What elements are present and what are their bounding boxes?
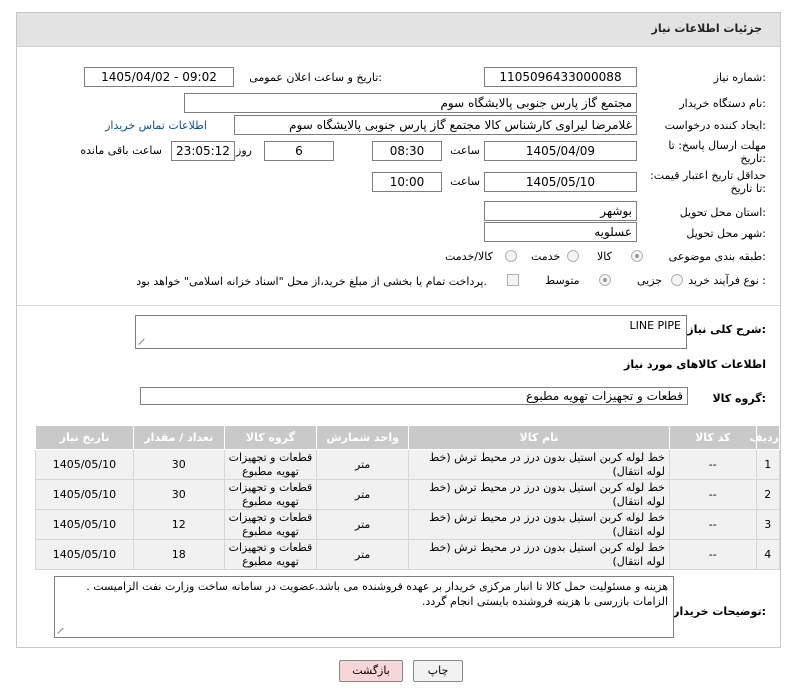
row-date: 1405/05/10	[35, 479, 134, 510]
need-number-field[interactable]: 1105096433000088	[484, 67, 637, 87]
row-date: 1405/05/10	[35, 509, 134, 540]
deadline-label: مهلت ارسال پاسخ: تا تاریخ:	[668, 139, 766, 165]
deadline-days-field[interactable]: 6	[264, 141, 334, 161]
goods-table-header: ردیف کد کالا نام کالا واحد شمارش گروه کا…	[35, 425, 781, 450]
row-code: --	[668, 479, 757, 510]
goods-section-title: اطلاعات کالاهای مورد نیاز	[624, 358, 766, 371]
details-panel: جزئیات اطلاعات نیاز شماره نیاز: 11050964…	[16, 12, 781, 648]
category-goods-service-label: کالا/خدمت	[445, 250, 493, 263]
row-code: --	[668, 539, 757, 570]
category-goods-radio[interactable]	[631, 250, 643, 262]
row-name: خط لوله کربن استیل بدون درز در محیط ترش …	[408, 449, 670, 480]
summary-text: LINE PIPE	[629, 319, 681, 332]
process-medium-radio[interactable]	[599, 274, 611, 286]
panel-title: جزئیات اطلاعات نیاز	[651, 22, 763, 35]
process-minor-radio[interactable]	[671, 274, 683, 286]
validity-time-field[interactable]: 10:00	[372, 172, 442, 192]
validity-date-field[interactable]: 1405/05/10	[484, 172, 637, 192]
buyer-notes-label: توضیحات خریدار:	[673, 605, 766, 618]
table-row[interactable]: 4 -- خط لوله کربن استیل بدون درز در محیط…	[35, 539, 781, 570]
buyer-notes-text: هزینه و مسئولیت حمل کالا تا انبار مرکزی …	[86, 580, 668, 608]
buyer-contact-link[interactable]: اطلاعات تماس خریدار	[105, 119, 207, 132]
table-row[interactable]: 3 -- خط لوله کربن استیل بدون درز در محیط…	[35, 509, 781, 540]
need-number-label: شماره نیاز:	[713, 71, 766, 84]
row-unit: متر	[316, 479, 410, 510]
col-name: نام کالا	[408, 425, 670, 450]
row-unit: متر	[316, 449, 410, 480]
buyer-notes-textarea[interactable]: هزینه و مسئولیت حمل کالا تا انبار مرکزی …	[54, 576, 674, 638]
row-index: 2	[755, 479, 781, 510]
city-field[interactable]: عسلویه	[484, 222, 637, 242]
row-group: قطعات و تجهیزات تهویه مطبوع	[223, 539, 318, 570]
announce-field[interactable]: 1405/04/02 - 09:02	[84, 67, 234, 87]
row-code: --	[668, 509, 757, 540]
category-service-radio[interactable]	[567, 250, 579, 262]
process-medium-label: متوسط	[545, 274, 580, 287]
requester-field[interactable]: غلامرضا لیراوی کارشناس کالا مجتمع گاز پا…	[234, 115, 637, 135]
row-unit: متر	[316, 509, 410, 540]
row-unit: متر	[316, 539, 410, 570]
row-name: خط لوله کربن استیل بدون درز در محیط ترش …	[408, 509, 670, 540]
process-label: نوع فرآیند خرید :	[688, 274, 766, 287]
col-index: ردیف	[750, 425, 781, 450]
deadline-time-field[interactable]: 08:30	[372, 141, 442, 161]
row-group: قطعات و تجهیزات تهویه مطبوع	[223, 479, 318, 510]
row-qty: 30	[132, 449, 225, 480]
buyer-org-label: نام دستگاه خریدار:	[679, 97, 766, 110]
panel-header: جزئیات اطلاعات نیاز	[17, 13, 780, 47]
deadline-date-field[interactable]: 1405/04/09	[484, 141, 637, 161]
print-button[interactable]: چاپ	[413, 660, 463, 682]
row-index: 3	[755, 509, 781, 540]
row-index: 1	[755, 449, 781, 480]
goods-table: ردیف کد کالا نام کالا واحد شمارش گروه کا…	[35, 425, 781, 570]
treasury-note: پرداخت تمام یا بخشی از مبلغ خرید،از محل …	[136, 275, 487, 288]
col-group: گروه کالا	[223, 425, 318, 450]
buyer-org-field[interactable]: مجتمع گاز پارس جنوبی پالایشگاه سوم	[184, 93, 637, 113]
row-date: 1405/05/10	[35, 539, 134, 570]
category-goods-service-radio[interactable]	[505, 250, 517, 262]
row-name: خط لوله کربن استیل بدون درز در محیط ترش …	[408, 479, 670, 510]
page: AriaTender.neT جزئیات اطلاعات نیاز شماره…	[0, 0, 788, 696]
city-label: شهر محل تحویل:	[686, 227, 766, 240]
province-field[interactable]: بوشهر	[484, 201, 637, 221]
summary-label: شرح کلی نیاز:	[687, 323, 766, 336]
col-qty: تعداد / مقدار	[132, 425, 225, 450]
category-goods-label: کالا	[597, 250, 612, 263]
col-date: تاریخ نیاز	[35, 425, 134, 450]
province-label: استان محل تحویل:	[679, 206, 766, 219]
announce-label: تاریخ و ساعت اعلان عمومی:	[249, 71, 382, 84]
table-row[interactable]: 1 -- خط لوله کربن استیل بدون درز در محیط…	[35, 449, 781, 480]
row-group: قطعات و تجهیزات تهویه مطبوع	[223, 509, 318, 540]
category-label: طبقه بندی موضوعی:	[668, 250, 766, 263]
back-button[interactable]: بازگشت	[339, 660, 403, 682]
row-code: --	[668, 449, 757, 480]
requester-label: ایجاد کننده درخواست:	[664, 119, 766, 132]
goods-group-field[interactable]: قطعات و تجهیزات تهویه مطبوع	[140, 387, 688, 405]
treasury-checkbox[interactable]	[507, 274, 519, 286]
divider	[17, 305, 780, 306]
row-qty: 30	[132, 479, 225, 510]
row-name: خط لوله کربن استیل بدون درز در محیط ترش …	[408, 539, 670, 570]
col-unit: واحد شمارش	[316, 425, 410, 450]
col-code: کد کالا	[668, 425, 757, 450]
summary-textarea[interactable]: LINE PIPE	[135, 315, 687, 349]
resize-grip-icon[interactable]	[58, 626, 66, 634]
category-service-label: خدمت	[531, 250, 561, 263]
row-index: 4	[755, 539, 781, 570]
validity-label: حداقل تاریخ اعتبار قیمت: تا تاریخ:	[650, 169, 766, 195]
deadline-time-label: ساعت	[450, 144, 480, 157]
process-minor-label: جزیی	[637, 274, 663, 287]
row-group: قطعات و تجهیزات تهویه مطبوع	[223, 449, 318, 480]
row-date: 1405/05/10	[35, 449, 134, 480]
table-row[interactable]: 2 -- خط لوله کربن استیل بدون درز در محیط…	[35, 479, 781, 510]
validity-time-label: ساعت	[450, 175, 480, 188]
remaining-time-field[interactable]: 23:05:12	[171, 141, 235, 161]
row-qty: 12	[132, 509, 225, 540]
remaining-label: ساعت باقی مانده	[80, 144, 162, 157]
goods-group-label: گروه کالا:	[712, 392, 766, 405]
row-qty: 18	[132, 539, 225, 570]
resize-grip-icon[interactable]	[139, 337, 147, 345]
